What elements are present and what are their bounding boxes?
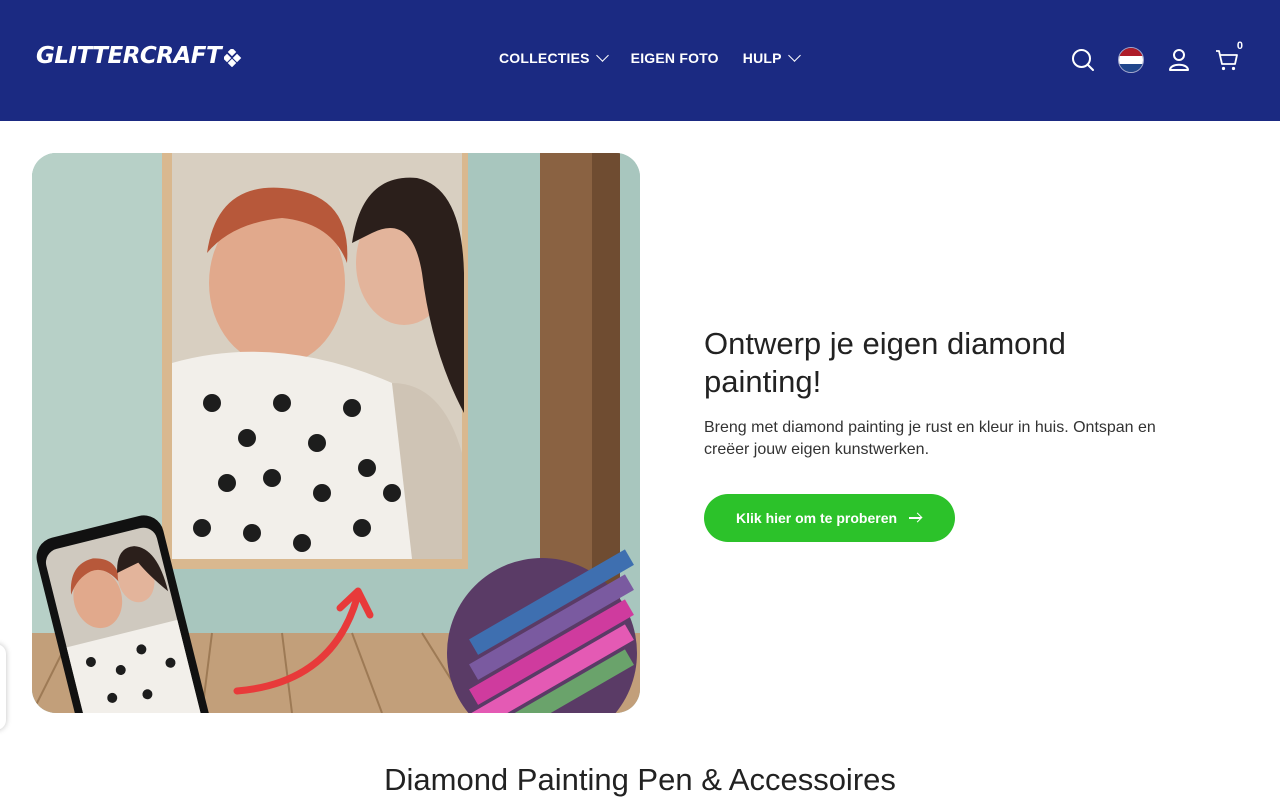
side-feedback-tab[interactable] [0, 644, 6, 730]
language-flag-icon[interactable] [1118, 44, 1144, 76]
nav-hulp[interactable]: HULP [742, 49, 801, 66]
nav-collecties-label: COLLECTIES [499, 50, 590, 66]
nav-hulp-label: HULP [742, 50, 782, 66]
nav-eigen-foto[interactable]: EIGEN FOTO [631, 50, 719, 66]
main-nav: COLLECTIES EIGEN FOTO HULP [499, 49, 801, 66]
site-header: GLITTERCRAFT COLLECTIES EIGEN FOTO HULP [0, 0, 1280, 121]
nav-eigen-foto-label: EIGEN FOTO [630, 50, 719, 66]
hero-title: Ontwerp je eigen diamond painting! [704, 326, 1066, 399]
section-title: Diamond Painting Pen & Accessoires [384, 762, 896, 797]
cart-icon[interactable]: 0 [1214, 40, 1243, 76]
cta-label: Klik hier om te proberen [736, 510, 898, 526]
cart-count-badge: 0 [1236, 40, 1243, 52]
hero-text: Ontwerp je eigen diamond painting! Breng… [704, 325, 1184, 542]
logo[interactable]: GLITTERCRAFT [36, 42, 242, 70]
hero-image [32, 153, 640, 713]
header-icons: 0 [1070, 40, 1243, 76]
arrow-right-icon [909, 517, 922, 519]
search-icon[interactable] [1070, 44, 1096, 76]
cta-button[interactable]: Klik hier om te proberen [704, 494, 956, 542]
hero-subtitle: Breng met diamond painting je rust en kl… [704, 419, 1156, 458]
nav-collecties[interactable]: COLLECTIES [499, 49, 609, 66]
chevron-down-icon [595, 49, 609, 62]
chevron-down-icon [787, 49, 801, 62]
logo-text: GLITTERCRAFT [36, 43, 222, 69]
logo-diamond-icon [222, 47, 242, 68]
account-icon[interactable] [1166, 44, 1192, 76]
